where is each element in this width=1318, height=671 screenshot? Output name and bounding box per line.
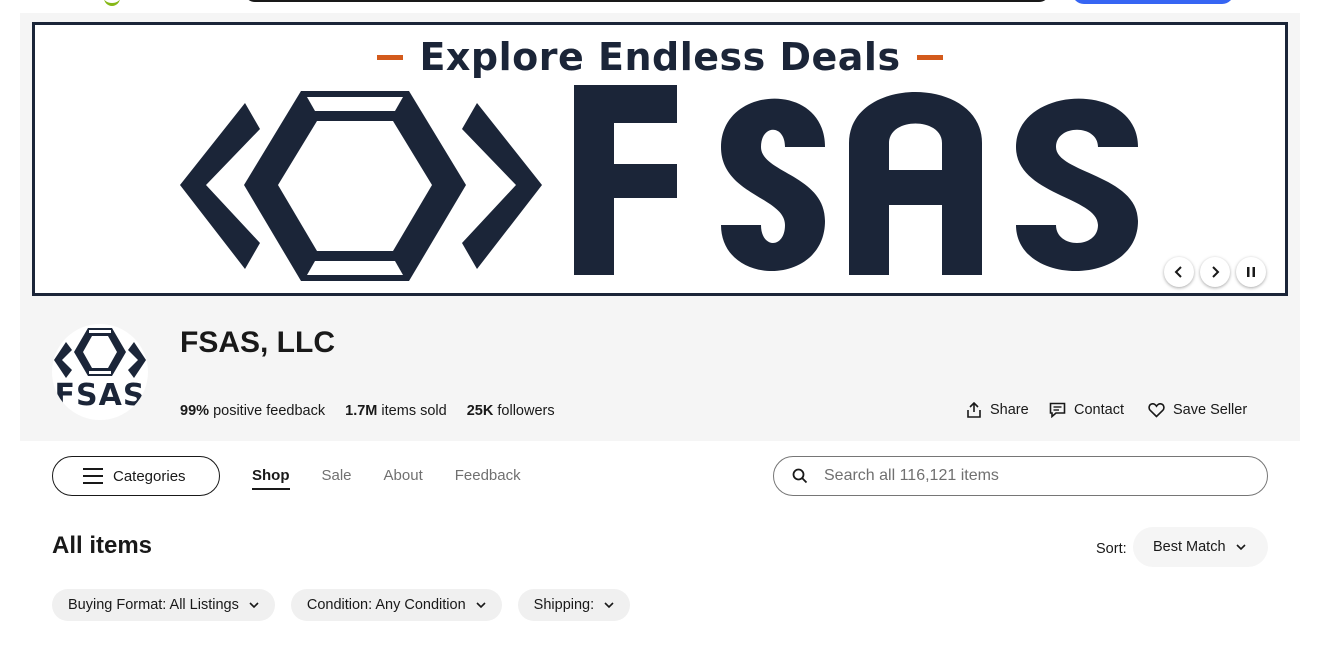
hamburger-icon: [83, 468, 103, 484]
save-seller-button[interactable]: Save Seller: [1148, 400, 1247, 420]
search-icon: [792, 468, 808, 484]
store-banner: Explore Endless Deals: [32, 22, 1288, 296]
site-search-bar-fragment[interactable]: [244, 0, 1050, 2]
right-chevron-shape: [462, 103, 542, 269]
store-search-box[interactable]: [773, 456, 1268, 496]
tab-shop[interactable]: Shop: [252, 467, 290, 490]
all-items-heading: All items: [52, 532, 153, 559]
followers-stat: 25K followers: [466, 403, 555, 419]
store-tabs: Shop Sale About Feedback: [252, 467, 521, 490]
fsas-wordmark: [574, 85, 1138, 275]
seller-stats: 99% positive feedback 1.7M items sold 25…: [180, 403, 571, 419]
sort-dropdown[interactable]: Best Match: [1133, 527, 1268, 567]
chevron-down-icon: [476, 602, 486, 609]
site-search-button-fragment[interactable]: [1072, 0, 1234, 4]
heart-icon: [1148, 402, 1165, 418]
chevron-down-icon: [1235, 544, 1246, 551]
chevron-right-icon: [1212, 266, 1220, 278]
chevron-down-icon: [604, 602, 614, 609]
banner-pause-button[interactable]: [1236, 257, 1266, 287]
hexagon-emblem: [244, 91, 466, 281]
filter-bar: Buying Format: All Listings Condition: A…: [52, 589, 631, 621]
items-sold-stat: 1.7M items sold: [345, 403, 447, 419]
shipping-filter[interactable]: Shipping:: [517, 589, 631, 621]
pause-icon: [1247, 267, 1255, 277]
sort-label: Sort:: [1096, 541, 1127, 557]
feedback-stat[interactable]: 99% positive feedback: [180, 403, 325, 419]
seller-info-panel: [20, 303, 1300, 441]
chevron-left-icon: [1174, 266, 1182, 278]
seller-avatar[interactable]: FSAS: [52, 324, 148, 420]
share-icon: [967, 402, 981, 418]
fsas-banner-logo: [180, 85, 1138, 281]
message-icon: [1049, 402, 1066, 418]
share-button[interactable]: Share: [966, 400, 1029, 420]
chevron-down-icon: [249, 602, 259, 609]
tab-feedback[interactable]: Feedback: [455, 467, 521, 490]
avatar-text: FSAS: [54, 378, 146, 413]
store-search-input[interactable]: [822, 466, 1226, 486]
tab-sale[interactable]: Sale: [322, 467, 352, 490]
contact-button[interactable]: Contact: [1049, 400, 1124, 420]
categories-button[interactable]: Categories: [52, 456, 220, 496]
banner-prev-button[interactable]: [1164, 257, 1194, 287]
tab-about[interactable]: About: [384, 467, 423, 490]
site-logo-fragment[interactable]: [104, 0, 120, 6]
top-header-fragment: [0, 0, 1318, 6]
seller-name[interactable]: FSAS, LLC: [180, 326, 335, 360]
buying-format-filter[interactable]: Buying Format: All Listings: [52, 589, 275, 621]
condition-filter[interactable]: Condition: Any Condition: [290, 589, 502, 621]
banner-next-button[interactable]: [1200, 257, 1230, 287]
